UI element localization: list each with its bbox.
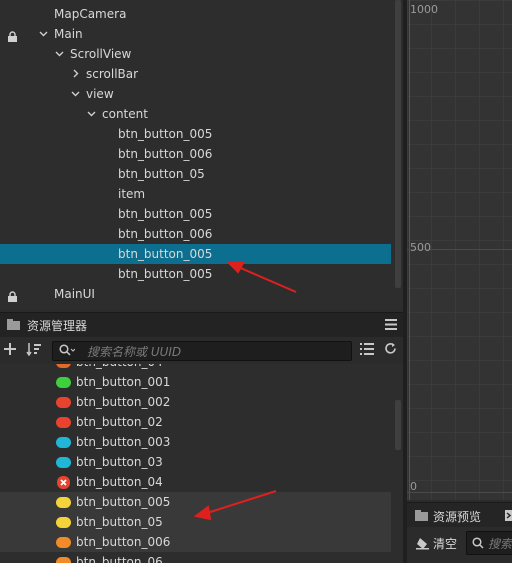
annotation-arrow-hierarchy	[226, 262, 297, 293]
annotation-arrows	[193, 262, 297, 521]
annotation-arrow-assets	[193, 490, 277, 521]
